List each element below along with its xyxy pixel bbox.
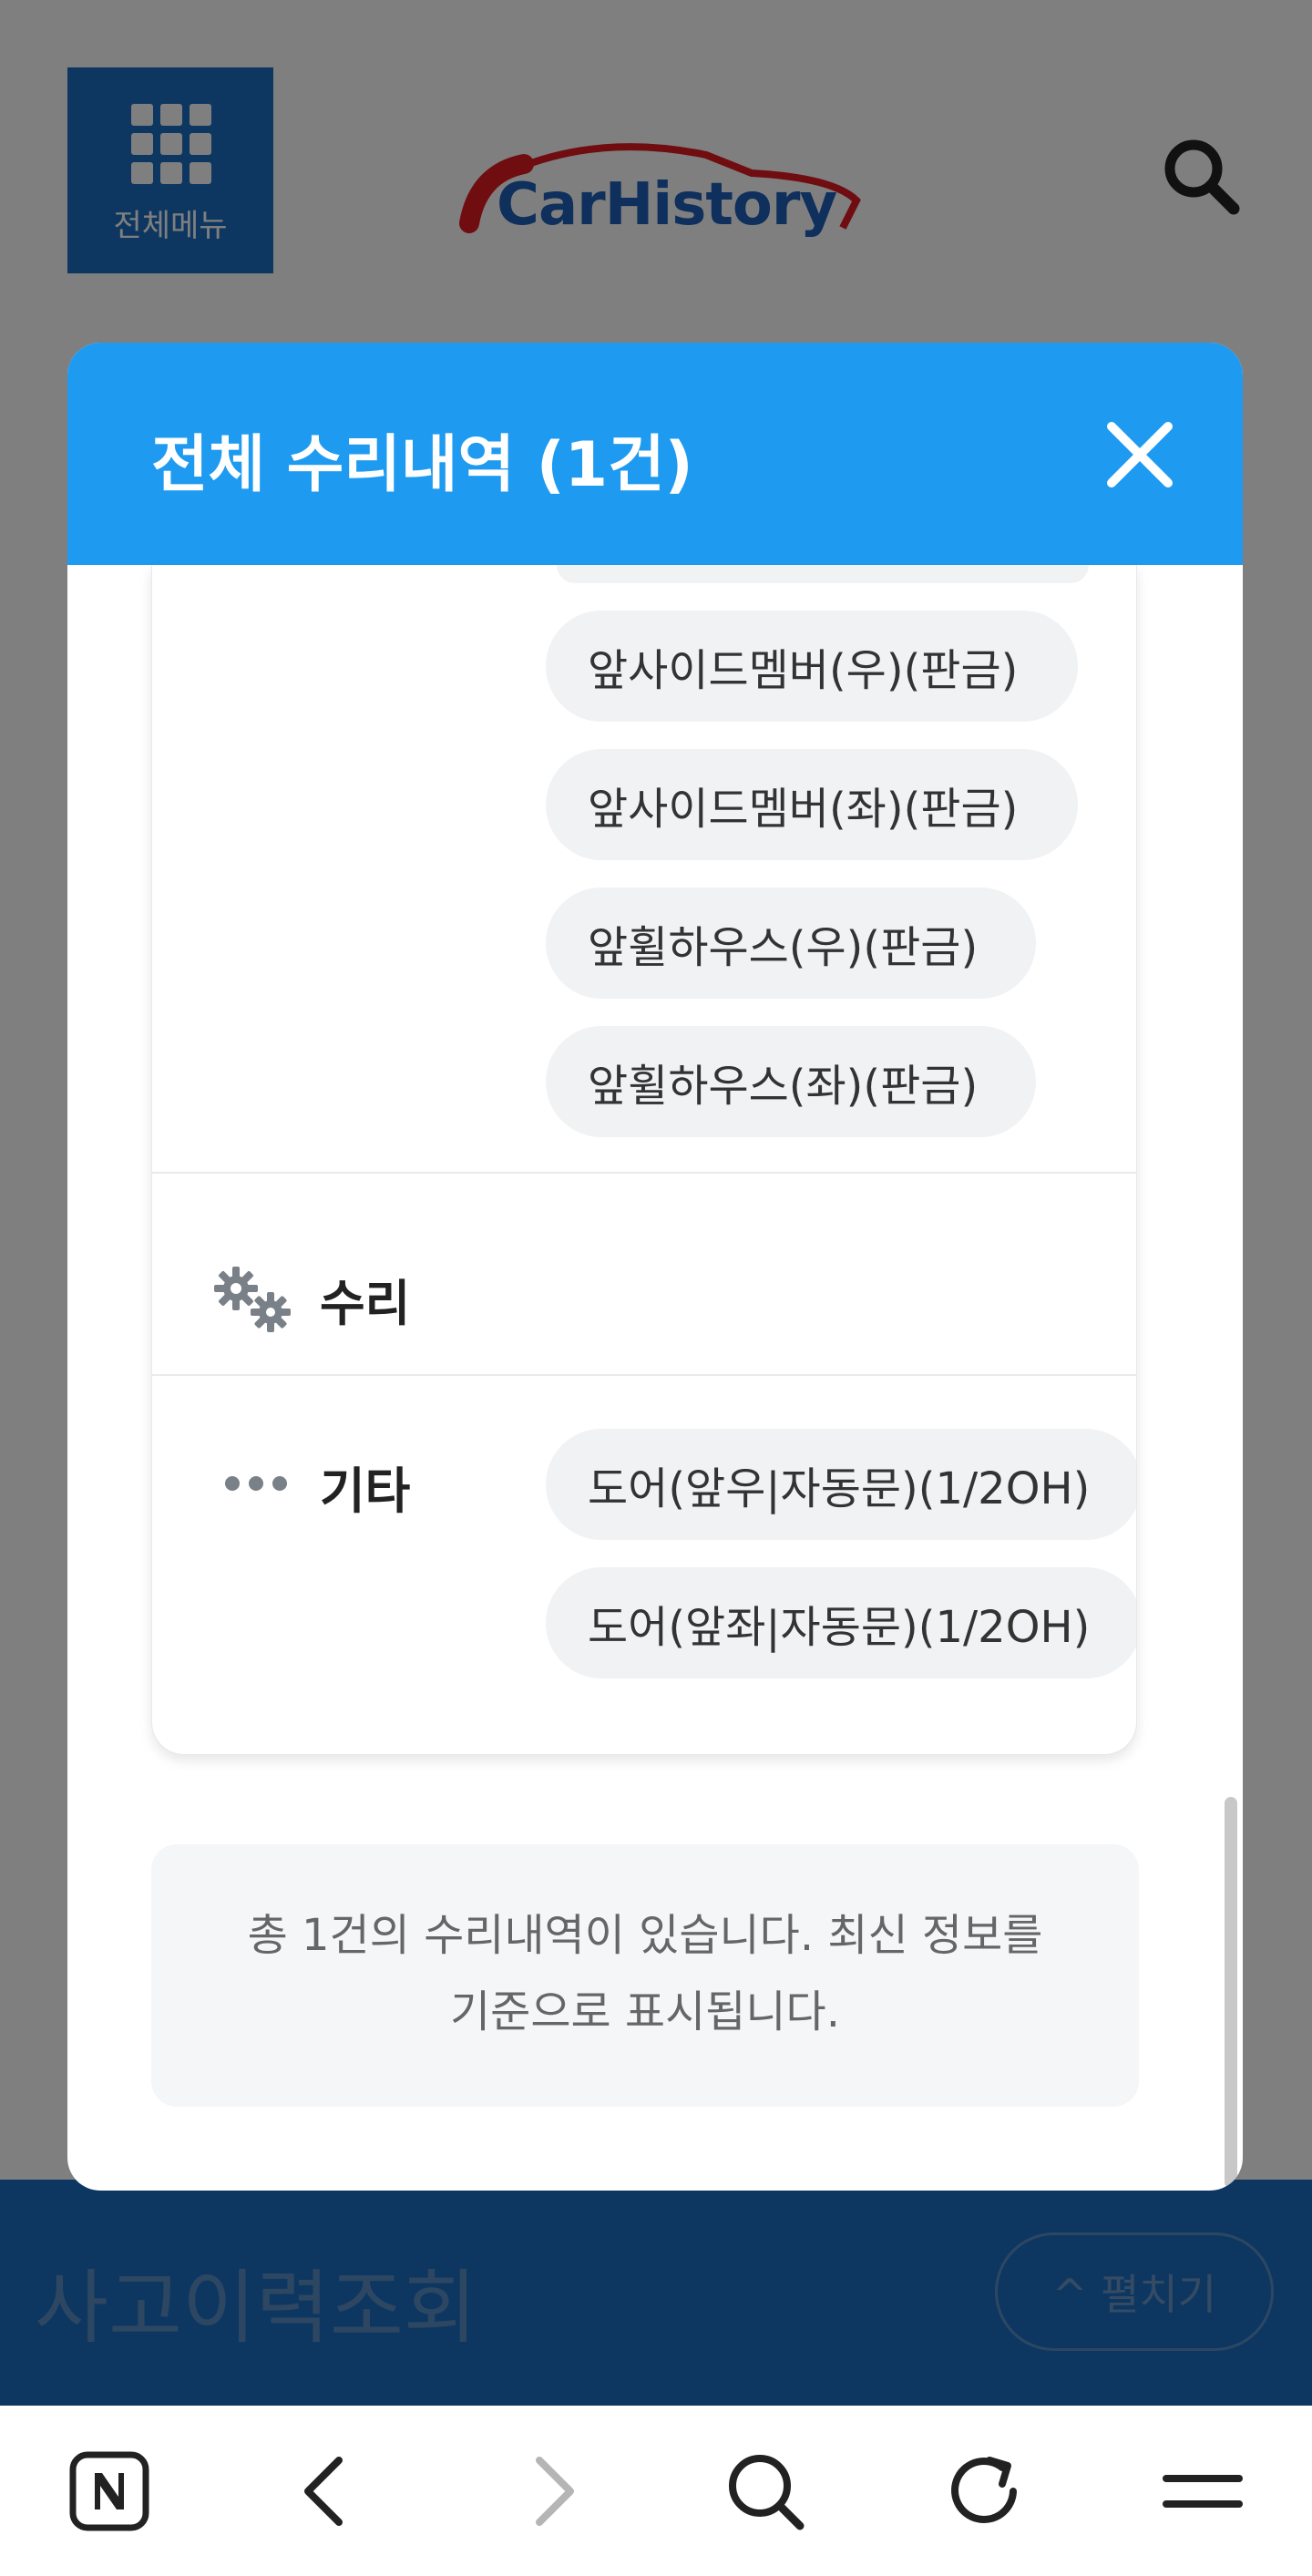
repair-chip: 앞휠하우스(좌)(판금) (546, 1026, 1036, 1137)
back-icon[interactable] (284, 2448, 372, 2535)
chip-partial (557, 565, 1089, 583)
modal-title: 전체 수리내역 (1건) (151, 429, 693, 501)
repair-list-card: 앞사이드멤버(우)(판금) 앞사이드멤버(좌)(판금) 앞휠하우스(우)(판금)… (151, 565, 1137, 1755)
repair-chip: 앞사이드멤버(좌)(판금) (546, 749, 1078, 860)
repair-chip: 도어(앞좌|자동문)(1/2OH) (546, 1567, 1136, 1678)
divider (152, 1172, 1136, 1174)
modal-scrollbar[interactable] (1225, 1797, 1237, 2189)
repair-history-modal: 전체 수리내역 (1건) 앞사이드멤버(우)(판금) 앞사이드멤버(좌)(판금)… (67, 343, 1243, 2191)
reload-icon[interactable] (940, 2448, 1028, 2535)
repair-chip: 도어(앞우|자동문)(1/2OH) (546, 1429, 1136, 1540)
search-icon[interactable] (722, 2448, 809, 2535)
close-icon[interactable] (1099, 414, 1181, 496)
category-label: 수리 (320, 1275, 411, 1332)
more-dots-icon (225, 1476, 287, 1491)
repair-chip: 앞사이드멤버(우)(판금) (546, 611, 1078, 722)
menu-icon[interactable] (1159, 2448, 1246, 2535)
browser-nav-bar (0, 2406, 1312, 2576)
category-label: 기타 (320, 1462, 411, 1520)
divider (152, 1374, 1136, 1376)
repair-chip: 앞휠하우스(우)(판금) (546, 888, 1036, 999)
gears-icon (214, 1267, 291, 1332)
info-notice: 총 1건의 수리내역이 있습니다. 최신 정보를 기준으로 표시됩니다. (151, 1844, 1139, 2107)
info-text-line1: 총 1건의 수리내역이 있습니다. 최신 정보를 (247, 1910, 1043, 1961)
modal-header: 전체 수리내역 (1건) (67, 343, 1243, 565)
forward-icon[interactable] (507, 2448, 594, 2535)
info-text-line2: 기준으로 표시됩니다. (450, 1986, 840, 2037)
naver-home-icon[interactable] (66, 2448, 153, 2535)
